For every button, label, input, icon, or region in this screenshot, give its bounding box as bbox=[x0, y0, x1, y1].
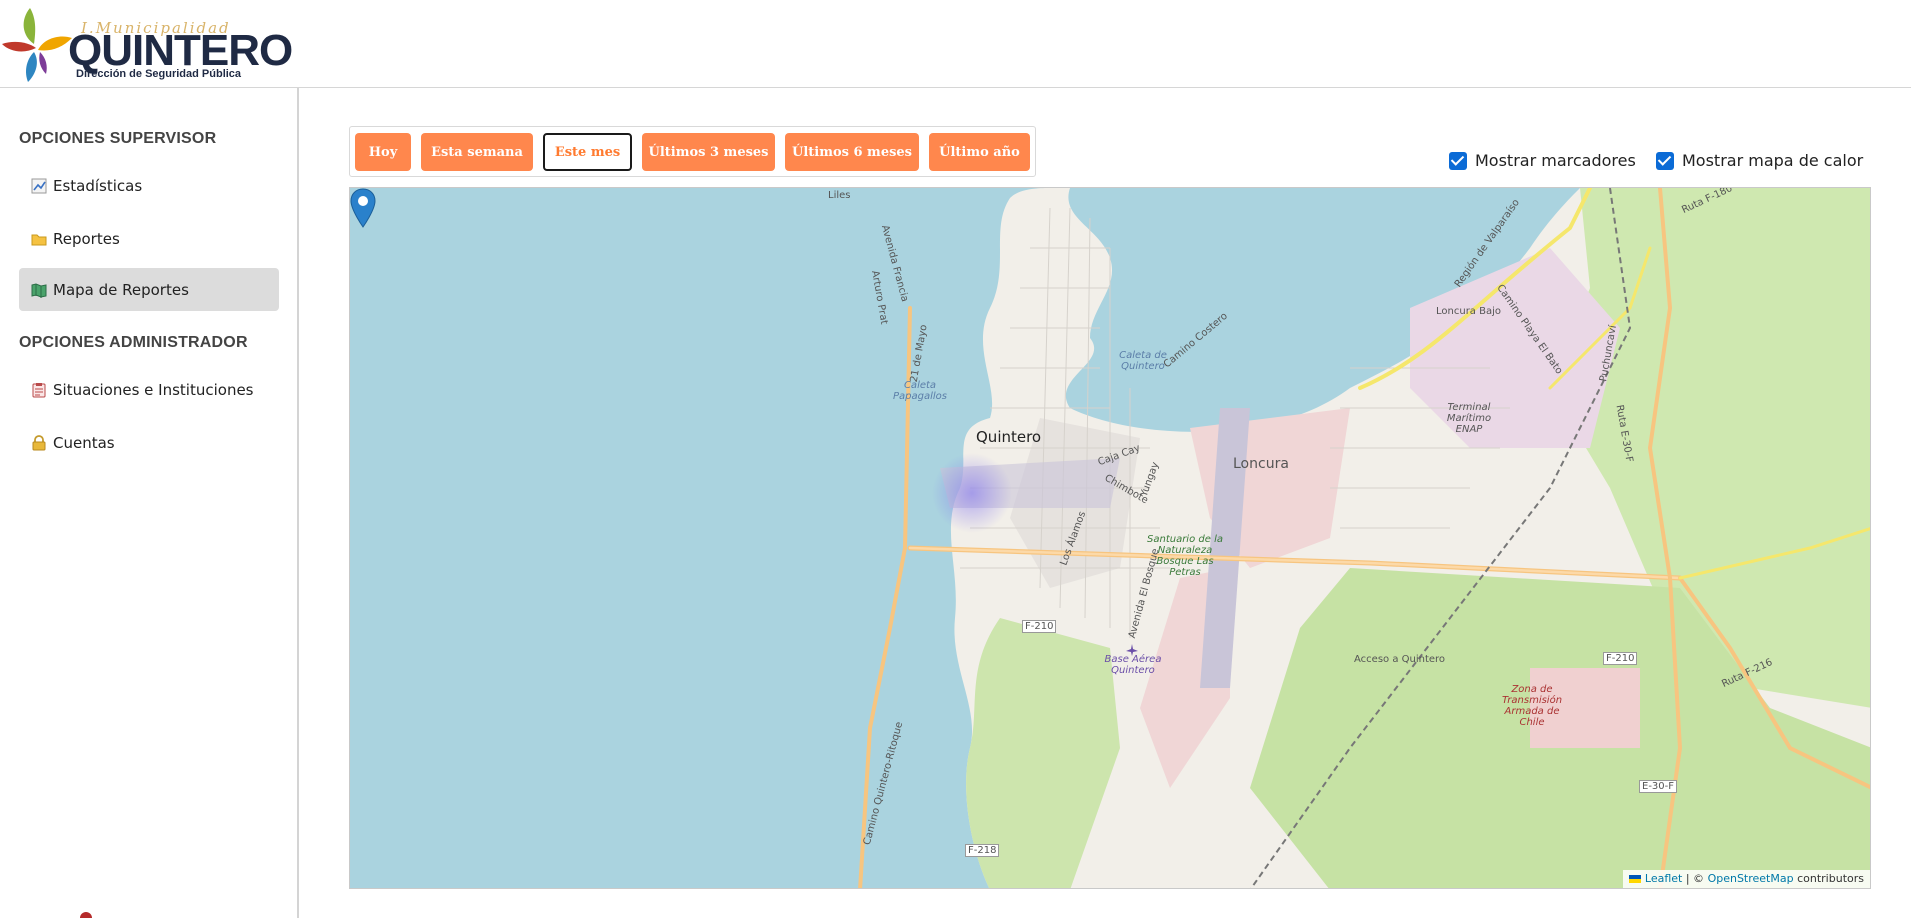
sidebar-item-label: Estadísticas bbox=[53, 176, 143, 195]
sidebar-item-cuentas[interactable]: Cuentas bbox=[19, 421, 279, 464]
supervisor-section-heading: OPCIONES SUPERVISOR bbox=[19, 130, 217, 147]
filter-hoy-button[interactable]: Hoy bbox=[355, 133, 411, 171]
map-label-quintero: Quintero bbox=[976, 428, 1042, 446]
sidebar-item-reportes[interactable]: Reportes bbox=[19, 217, 279, 260]
attribution-separator: | © bbox=[1685, 872, 1705, 885]
map-label-loncura-bajo: Loncura Bajo bbox=[1436, 306, 1501, 317]
sidebar-item-label: Cuentas bbox=[53, 433, 115, 452]
clipboard-icon bbox=[31, 382, 47, 398]
map-label-f210-west: F-210 bbox=[1022, 620, 1057, 633]
show-heatmap-checkbox[interactable] bbox=[1656, 151, 1674, 170]
folder-icon bbox=[31, 231, 47, 247]
show-markers-checkbox[interactable] bbox=[1449, 151, 1467, 170]
date-filter-group: Hoy Esta semana Este mes Últimos 3 meses… bbox=[349, 126, 1036, 177]
map-label-liles: Liles bbox=[828, 190, 851, 201]
map-label-f218: F-218 bbox=[965, 844, 1000, 857]
top-header: I.Municipalidad QUINTERO Dirección de Se… bbox=[0, 0, 1911, 88]
map-label-terminal-enap: Terminal Marítimo ENAP bbox=[1446, 402, 1492, 435]
map-label-acceso-quintero: Acceso a Quintero bbox=[1354, 654, 1446, 665]
admin-section-heading: OPCIONES ADMINISTRADOR bbox=[19, 334, 248, 351]
airport-icon bbox=[1126, 644, 1138, 656]
attribution-tail: contributors bbox=[1797, 872, 1864, 885]
filter-ultimos-3-meses-button[interactable]: Últimos 3 meses bbox=[642, 133, 775, 171]
leaflet-link[interactable]: Leaflet bbox=[1645, 872, 1682, 885]
map-icon bbox=[31, 282, 47, 298]
report-marker-icon[interactable] bbox=[350, 188, 376, 228]
filter-ultimo-anio-button[interactable]: Último año bbox=[929, 133, 1030, 171]
map-label-e30f: E-30-F bbox=[1639, 780, 1678, 793]
show-heatmap-toggle[interactable]: Mostrar mapa de calor bbox=[1656, 151, 1863, 170]
show-markers-label: Mostrar marcadores bbox=[1475, 151, 1636, 170]
reports-map[interactable]: Liles Quintero Caleta de Quintero Caleta… bbox=[349, 187, 1871, 889]
sidebar-item-estadisticas[interactable]: Estadísticas bbox=[19, 164, 279, 207]
lock-icon bbox=[31, 434, 47, 451]
chart-icon bbox=[31, 178, 47, 194]
sidebar-item-label: Reportes bbox=[53, 229, 120, 248]
map-label-loncura: Loncura bbox=[1233, 456, 1289, 472]
sidebar-footer-icon bbox=[80, 912, 92, 918]
filter-esta-semana-button[interactable]: Esta semana bbox=[421, 133, 533, 171]
show-markers-toggle[interactable]: Mostrar marcadores bbox=[1449, 151, 1636, 170]
show-heatmap-label: Mostrar mapa de calor bbox=[1682, 151, 1864, 170]
sidebar: OPCIONES SUPERVISOR Estadísticas Reporte… bbox=[0, 88, 299, 918]
filter-este-mes-button[interactable]: Este mes bbox=[543, 133, 632, 171]
logo-subtitle: Dirección de Seguridad Pública bbox=[76, 68, 242, 80]
osm-link[interactable]: OpenStreetMap bbox=[1708, 872, 1794, 885]
sidebar-item-mapa-de-reportes[interactable]: Mapa de Reportes bbox=[19, 268, 279, 311]
map-label-base-aerea: Base Aérea Quintero bbox=[1104, 654, 1162, 676]
filter-ultimos-6-meses-button[interactable]: Últimos 6 meses bbox=[785, 133, 919, 171]
map-label-zona-transmision: Zona de Transmisión Armada de Chile bbox=[1501, 684, 1563, 728]
map-label-caleta-papagallos: Caleta Papagallos bbox=[893, 380, 947, 402]
sidebar-item-label: Mapa de Reportes bbox=[53, 280, 189, 299]
sidebar-item-label: Situaciones e Instituciones bbox=[53, 380, 254, 399]
sidebar-item-situaciones[interactable]: Situaciones e Instituciones bbox=[19, 368, 279, 411]
ukraine-flag-icon bbox=[1629, 875, 1642, 883]
municipality-logo[interactable]: I.Municipalidad QUINTERO Dirección de Se… bbox=[0, 0, 293, 86]
logo-main-text: QUINTERO bbox=[68, 26, 293, 75]
map-attribution: Leaflet | © OpenStreetMap contributors bbox=[1623, 870, 1870, 888]
map-label-f210-east: F-210 bbox=[1603, 652, 1638, 665]
